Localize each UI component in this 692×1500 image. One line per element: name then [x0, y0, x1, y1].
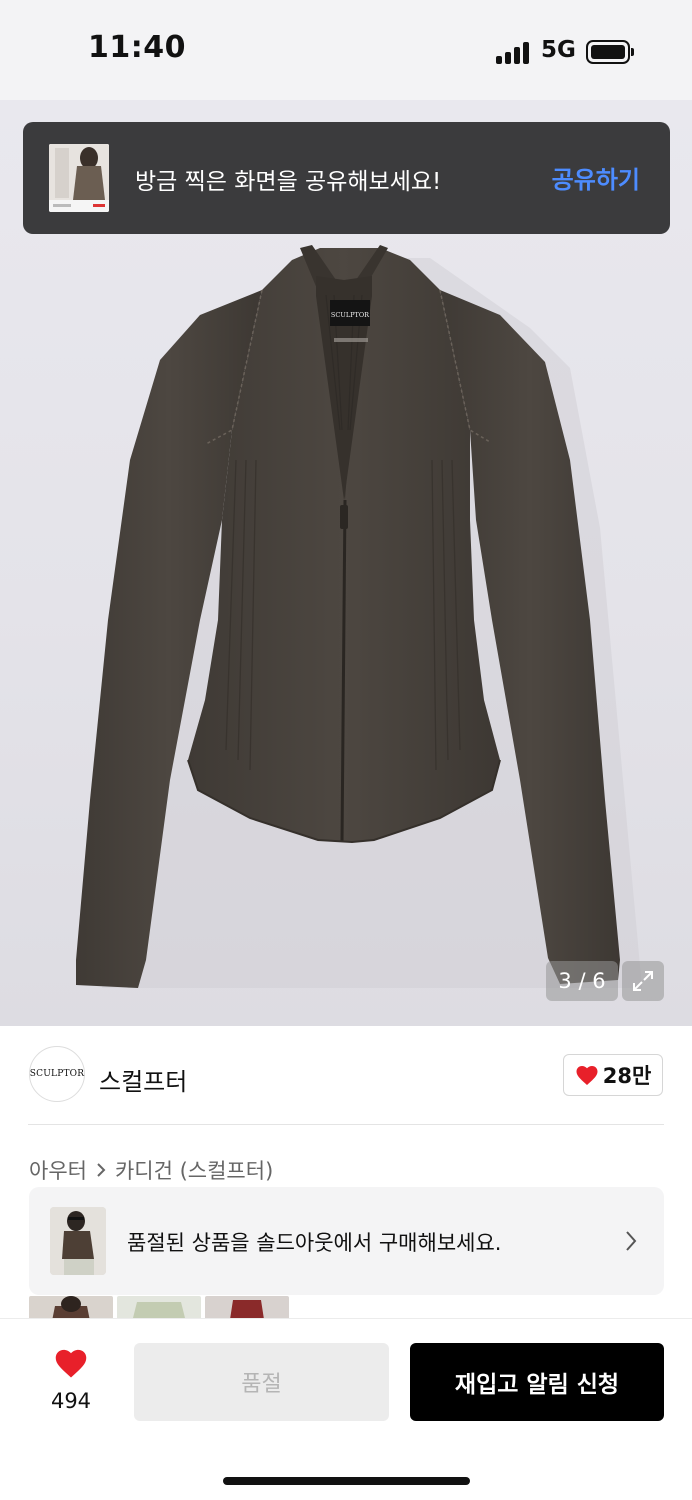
brand-name[interactable]: 스컬프터 — [99, 1062, 187, 1097]
cardigan-photo: SCULPTOR — [76, 245, 642, 988]
screen: 11:40 5G SCULPTOR 3 / 6 방금 찍은 화면을 공유해보세요… — [0, 0, 692, 1500]
heart-icon — [55, 1349, 87, 1378]
status-time: 11:40 — [88, 30, 186, 65]
brand-like-button[interactable]: 28만 — [563, 1054, 663, 1096]
battery-cap — [631, 48, 634, 56]
soldout-banner[interactable]: 품절된 상품을 솔드아웃에서 구매해보세요. — [29, 1187, 664, 1295]
wish-button[interactable]: 494 — [40, 1347, 102, 1413]
soldout-button: 품절 — [134, 1343, 389, 1421]
wish-count: 494 — [50, 1389, 92, 1413]
product-image[interactable]: SCULPTOR — [0, 100, 692, 1026]
share-button[interactable]: 공유하기 — [552, 160, 640, 195]
battery-icon — [586, 40, 630, 64]
chevron-right-icon — [97, 1163, 106, 1177]
heart-icon — [576, 1066, 598, 1085]
chevron-right-icon — [626, 1231, 637, 1251]
garment-label: SCULPTOR — [331, 311, 370, 319]
network-type: 5G — [541, 37, 576, 63]
status-bar: 11:40 5G — [0, 0, 692, 100]
restock-alert-button[interactable]: 재입고 알림 신청 — [410, 1343, 664, 1421]
bottom-action-bar: 494 품절 재입고 알림 신청 — [0, 1318, 692, 1500]
brand-logo[interactable]: SCULPTOR — [29, 1046, 85, 1102]
divider — [28, 1124, 664, 1125]
screenshot-thumbnail[interactable] — [49, 144, 109, 212]
breadcrumb: 아우터 카디건 (스컬프터) — [29, 1155, 273, 1185]
share-toast-message: 방금 찍은 화면을 공유해보세요! — [135, 169, 442, 195]
brand-like-count: 28만 — [602, 1064, 652, 1088]
image-page-indicator: 3 / 6 — [546, 961, 618, 1001]
share-toast: 방금 찍은 화면을 공유해보세요! 공유하기 — [23, 122, 670, 234]
breadcrumb-outer[interactable]: 아우터 — [29, 1155, 87, 1185]
soldout-thumbnail — [50, 1207, 106, 1275]
breadcrumb-cardigan[interactable]: 카디건 (스컬프터) — [115, 1155, 273, 1185]
home-indicator[interactable] — [223, 1477, 470, 1485]
brand-row[interactable]: SCULPTOR 스컬프터 28만 — [0, 1026, 692, 1126]
soldout-banner-text: 품절된 상품을 솔드아웃에서 구매해보세요. — [127, 1231, 502, 1255]
cellular-signal-icon — [496, 42, 530, 64]
expand-icon[interactable] — [622, 961, 664, 1001]
